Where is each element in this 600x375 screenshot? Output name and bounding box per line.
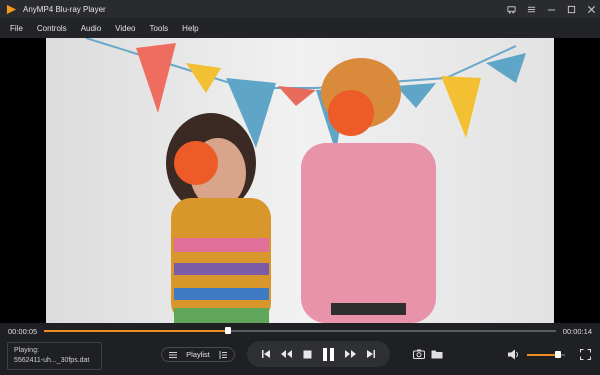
seek-bar[interactable] [44,327,556,334]
now-playing-label: Playing: [14,347,39,354]
minimize-icon[interactable] [546,4,556,14]
video-area[interactable] [0,38,600,323]
window-controls [506,0,596,18]
seek-bar-thumb[interactable] [225,327,232,334]
maximize-icon[interactable] [566,4,576,14]
title-bar: AnyMP4 Blu-ray Player [0,0,600,18]
volume-icon[interactable] [507,347,521,361]
play-logo-icon [6,4,17,14]
video-frame [46,38,554,323]
menu-video[interactable]: Video [115,24,135,33]
playlist-button[interactable]: Playlist [161,347,235,362]
fullscreen-icon[interactable] [578,347,592,361]
menu-controls[interactable]: Controls [37,24,67,33]
volume-slider[interactable] [527,351,565,358]
sort-icon[interactable] [219,350,227,359]
menu-tools[interactable]: Tools [149,24,168,33]
control-bar: Playing: 5562411-uh..._30fps.dat Playlis… [0,340,600,375]
snapshot-icon[interactable] [412,347,426,361]
total-time: 00:00:14 [562,327,592,336]
fast-forward-icon[interactable] [343,347,357,361]
menu-file[interactable]: File [10,24,23,33]
transport-controls [247,341,390,367]
list-icon [169,351,177,359]
skip-previous-icon[interactable] [259,347,273,361]
close-icon[interactable] [586,4,596,14]
playlist-label: Playlist [186,350,210,359]
stop-icon[interactable] [300,347,314,361]
menu-bar: File Controls Audio Video Tools Help [0,18,600,38]
cart-icon[interactable] [506,4,516,14]
volume-slider-fill [527,354,559,356]
current-time: 00:00:05 [8,327,38,336]
folder-icon[interactable] [430,347,444,361]
window-title: AnyMP4 Blu-ray Player [23,4,106,14]
seek-bar-fill [44,330,229,332]
now-playing-file: 5562411-uh..._30fps.dat [14,357,90,364]
now-playing-box: Playing: 5562411-uh..._30fps.dat [7,342,102,370]
menu-audio[interactable]: Audio [81,24,101,33]
menu-icon[interactable] [526,4,536,14]
menu-help[interactable]: Help [182,24,198,33]
volume-slider-thumb[interactable] [555,351,562,358]
pause-icon[interactable] [321,346,337,362]
video-frame-image [46,38,554,323]
rewind-icon[interactable] [280,347,294,361]
progress-row: 00:00:05 00:00:14 [0,323,600,340]
skip-next-icon[interactable] [364,347,378,361]
